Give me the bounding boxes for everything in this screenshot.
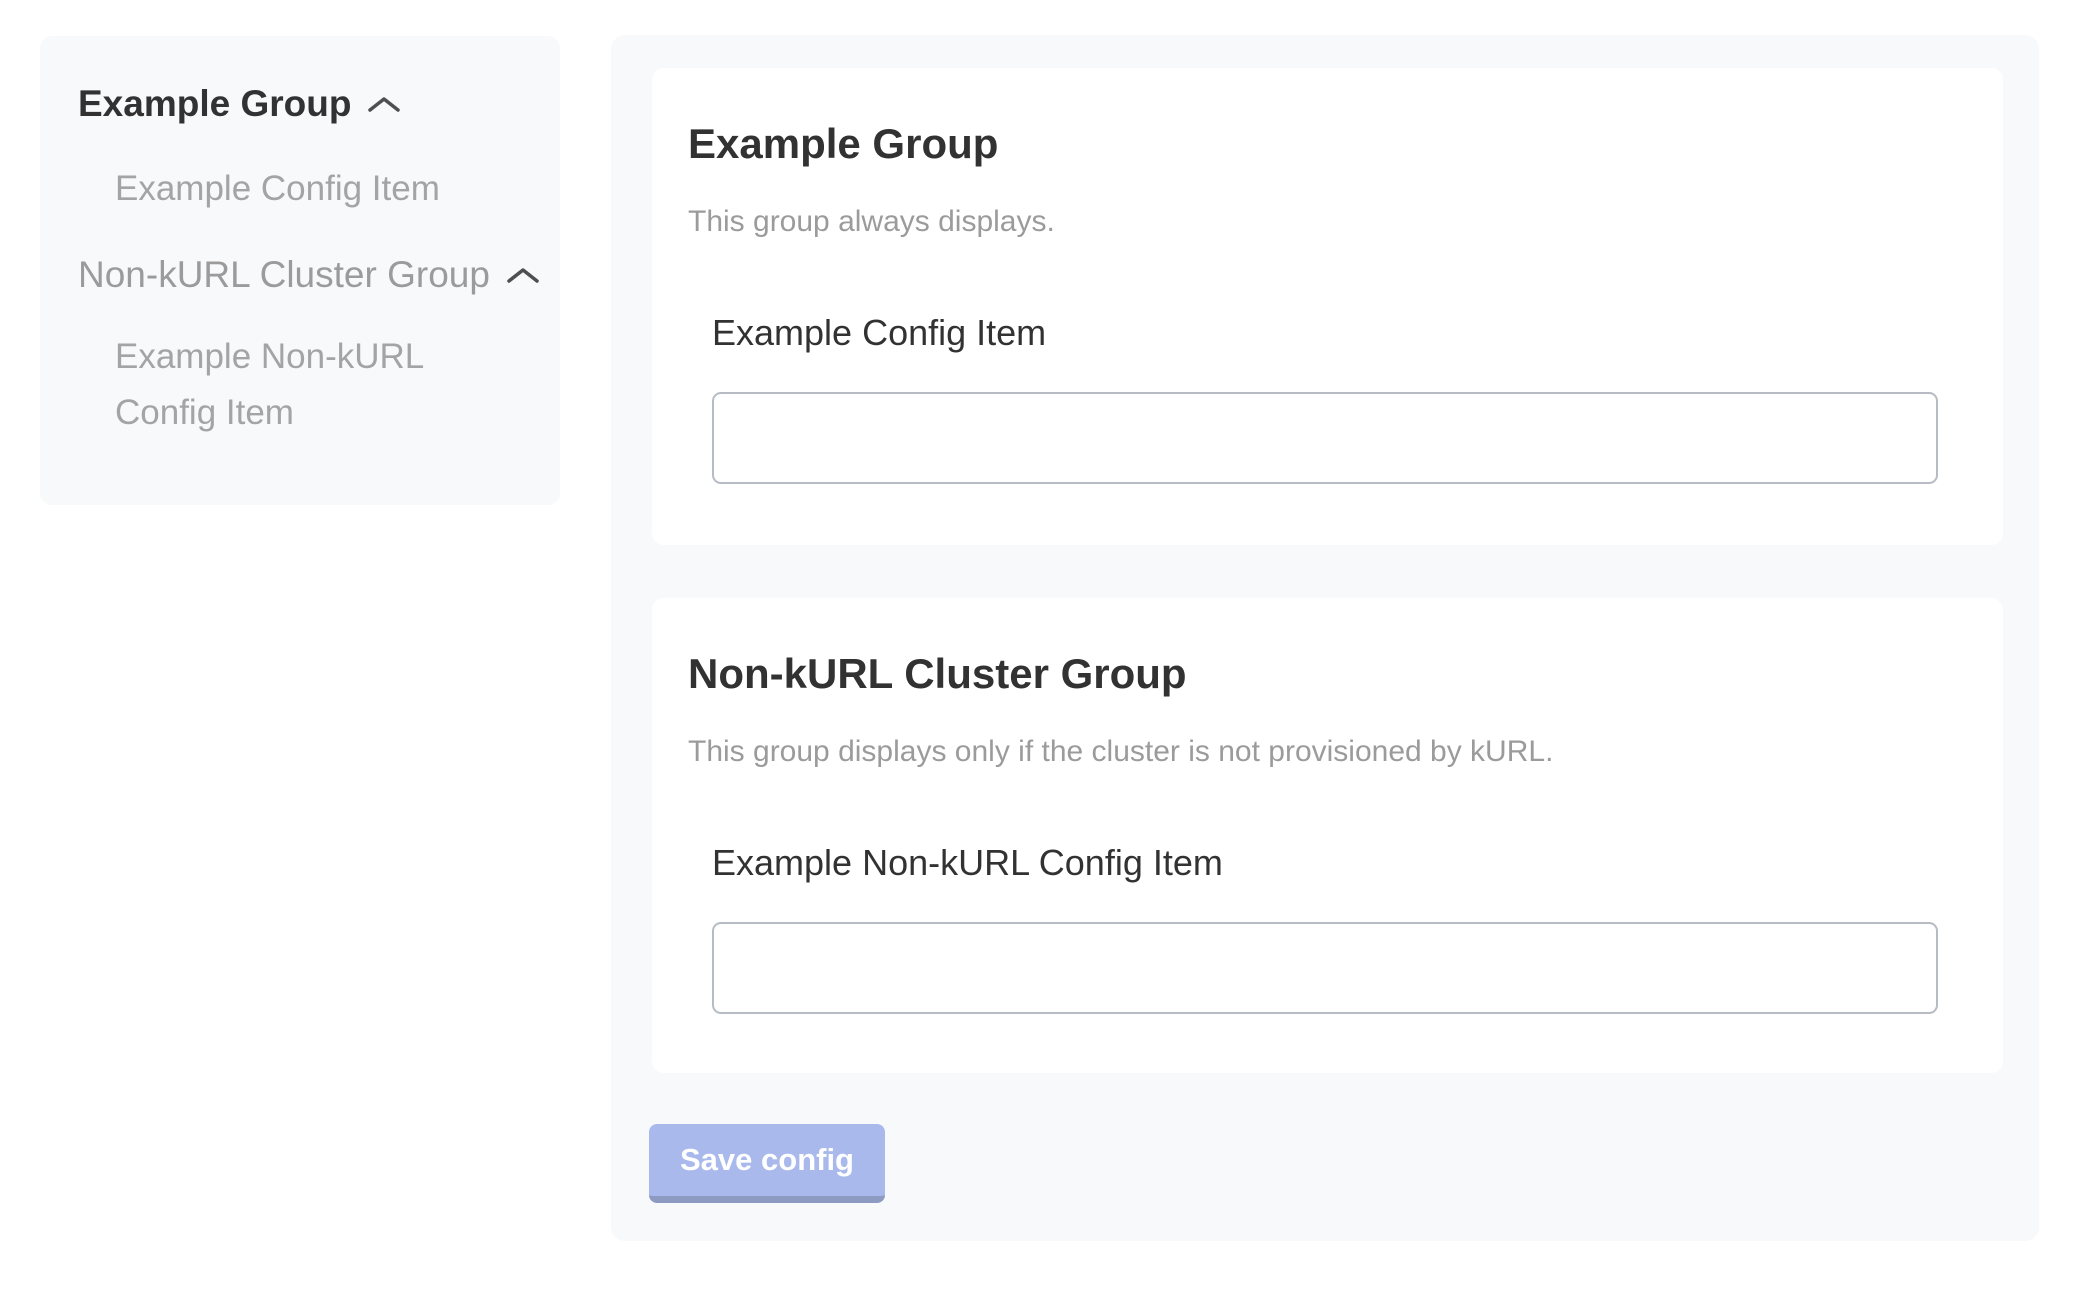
sidebar-group-example-group[interactable]: Example Group: [78, 82, 401, 126]
group-description: This group always displays.: [688, 202, 1055, 242]
group-title: Non-kURL Cluster Group: [688, 650, 1187, 698]
group-description: This group displays only if the cluster …: [688, 732, 1553, 772]
sidebar-item-example-config-item[interactable]: Example Config Item: [115, 167, 440, 211]
config-item-label: Example Config Item: [712, 310, 1046, 356]
sidebar-group-label[interactable]: Example Group: [78, 82, 351, 126]
config-page: Example Group Example Config Item Non-kU…: [0, 0, 2084, 1302]
save-config-button[interactable]: Save config: [649, 1124, 885, 1203]
config-panel: Example Group This group always displays…: [611, 35, 2039, 1241]
config-group-card-example-group: Example Group This group always displays…: [652, 68, 2003, 545]
sidebar-group-label[interactable]: Non-kURL Cluster Group: [78, 253, 490, 297]
sidebar-group-non-kurl-cluster-group[interactable]: Non-kURL Cluster Group: [78, 253, 540, 297]
chevron-up-icon[interactable]: [506, 267, 540, 284]
config-item-label: Example Non-kURL Config Item: [712, 840, 1223, 886]
config-group-card-non-kurl-cluster-group: Non-kURL Cluster Group This group displa…: [652, 598, 2003, 1073]
config-nav-sidebar: Example Group Example Config Item Non-kU…: [40, 36, 560, 505]
chevron-up-icon[interactable]: [367, 96, 401, 113]
example-config-item-input[interactable]: [712, 392, 1938, 484]
sidebar-item-example-non-kurl-config-item[interactable]: Example Non-kURL Config Item: [115, 329, 455, 441]
example-non-kurl-config-item-input[interactable]: [712, 922, 1938, 1014]
group-title: Example Group: [688, 120, 998, 168]
